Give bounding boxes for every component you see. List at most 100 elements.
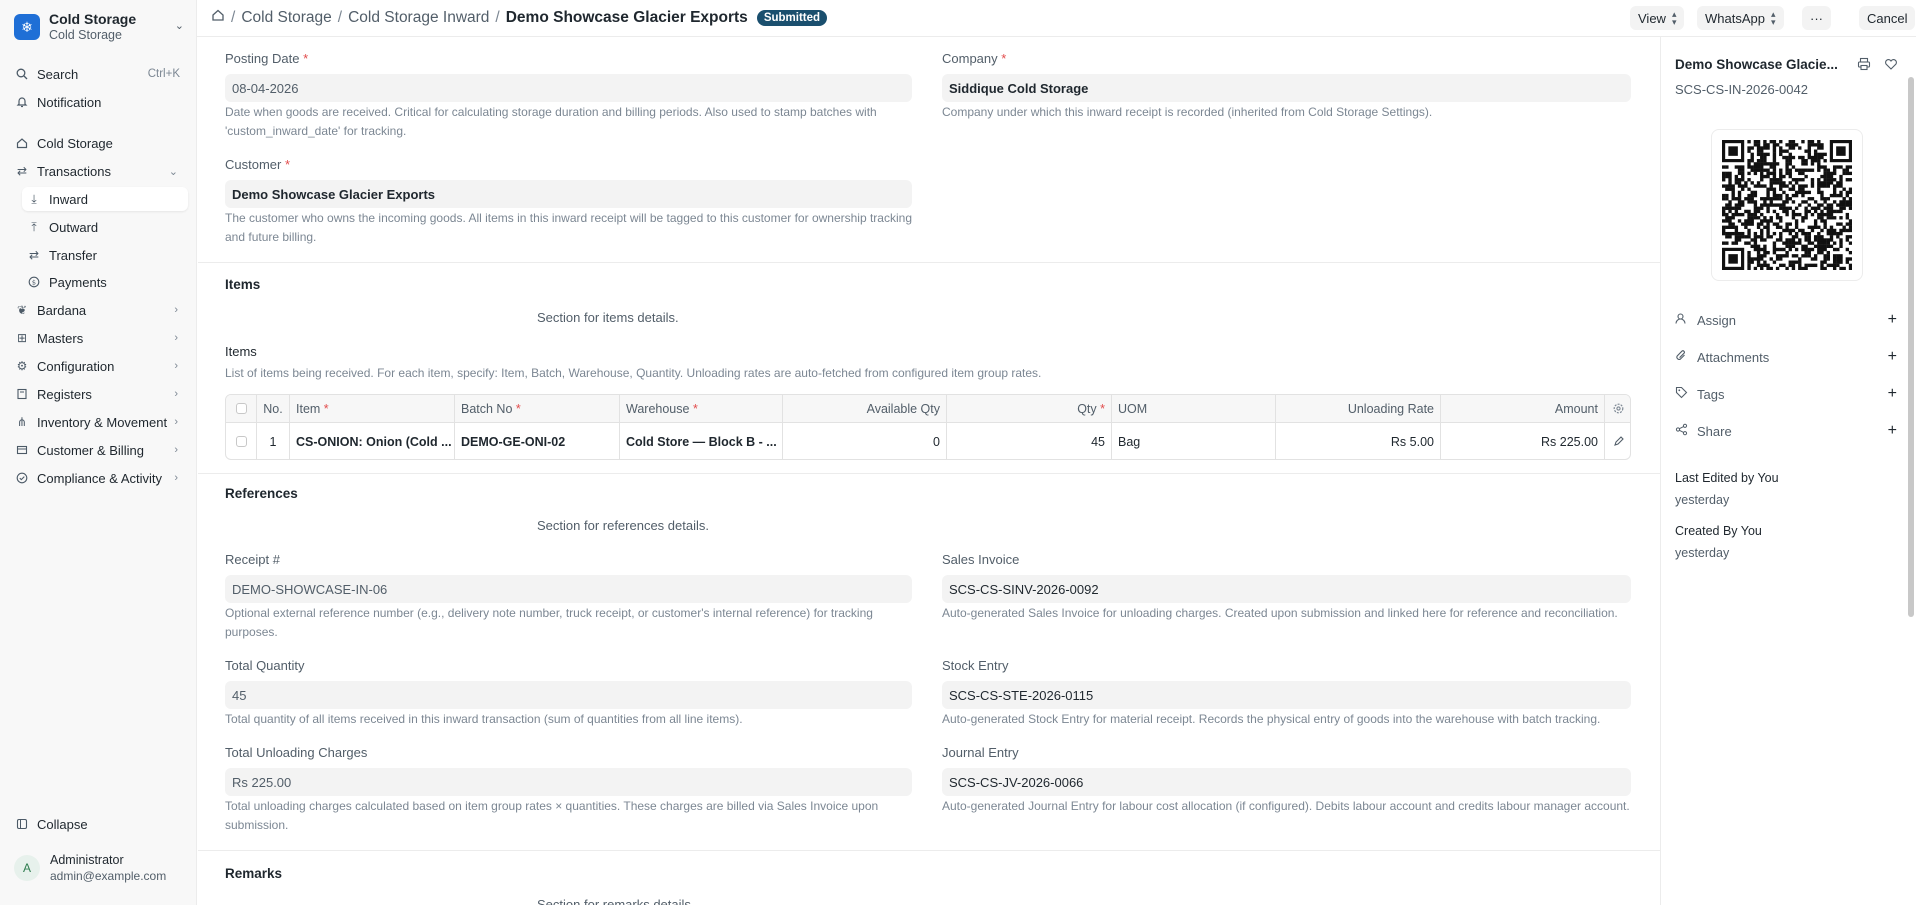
receipt-field[interactable]: DEMO-SHOWCASE-IN-06: [225, 575, 912, 603]
sidebar-item-masters[interactable]: ⊞ Masters ›: [10, 326, 188, 350]
unloading-charges-field[interactable]: Rs 225.00: [225, 768, 912, 796]
breadcrumb-cold-storage[interactable]: Cold Storage: [241, 9, 331, 27]
customer-field[interactable]: Demo Showcase Glacier Exports: [225, 180, 912, 208]
breadcrumb-separator: /: [337, 8, 343, 26]
remarks-section-title[interactable]: Remarks: [225, 866, 282, 881]
breadcrumb-cold-storage-inward[interactable]: Cold Storage Inward: [348, 9, 489, 27]
row-unloading-rate[interactable]: Rs 5.00: [1276, 423, 1441, 459]
sidebar: ❄ Cold Storage Cold Storage ⌄ Search Ctr…: [0, 0, 197, 905]
more-icon: ···: [1810, 10, 1823, 26]
tag-icon: [1675, 386, 1689, 402]
items-section-note: Section for items details.: [537, 310, 679, 325]
sidebar-item-registers[interactable]: Registers ›: [10, 382, 188, 406]
sidebar-item-inventory[interactable]: ⋔ Inventory & Movement ›: [10, 410, 188, 434]
journal-entry-field[interactable]: SCS-CS-JV-2026-0066: [942, 768, 1631, 796]
company-label: Company *: [942, 51, 1007, 66]
attachments-button[interactable]: Attachments +: [1675, 347, 1897, 367]
tags-button[interactable]: Tags +: [1675, 384, 1897, 404]
print-icon[interactable]: [1857, 57, 1871, 74]
search-icon: [15, 67, 29, 81]
column-settings-icon[interactable]: [1605, 395, 1630, 422]
document-title: Demo Showcase Glacie...: [1675, 57, 1838, 72]
table-row[interactable]: 1 CS-ONION: Onion (Cold ... DEMO-GE-ONI-…: [226, 423, 1630, 459]
scrollbar[interactable]: [1908, 77, 1914, 617]
sidebar-item-label: Registers: [37, 386, 92, 402]
collapse-label: Collapse: [37, 816, 88, 832]
row-warehouse[interactable]: Cold Store — Block B - ...: [620, 423, 783, 459]
collapse-sidebar-button[interactable]: Collapse: [10, 812, 188, 836]
sidebar-search[interactable]: Search Ctrl+K: [10, 62, 188, 86]
sales-invoice-field[interactable]: SCS-CS-SINV-2026-0092: [942, 575, 1631, 603]
swap-icon: ⇄: [16, 164, 28, 178]
shield-check-icon: [15, 471, 29, 485]
receipt-description: Optional external reference number (e.g.…: [225, 606, 873, 639]
stock-entry-description: Auto-generated Stock Entry for material …: [942, 712, 1601, 726]
posting-date-field[interactable]: 08-04-2026: [225, 74, 912, 102]
plus-icon[interactable]: +: [1888, 311, 1897, 329]
sidebar-item-bardana[interactable]: ❦ Bardana ›: [10, 298, 188, 322]
sidebar-item-transfer[interactable]: ⇄ Transfer: [22, 243, 188, 267]
sidebar-item-inward[interactable]: ⤓ Inward: [22, 187, 188, 211]
breadcrumb-separator: /: [231, 8, 236, 26]
sidebar-item-cold-storage[interactable]: Cold Storage: [10, 131, 188, 155]
total-quantity-field[interactable]: 45: [225, 681, 912, 709]
journal-entry-label: Journal Entry: [942, 745, 1019, 760]
sidebar-item-transactions[interactable]: ⇄ Transactions ⌄: [10, 159, 188, 183]
row-batch[interactable]: DEMO-GE-ONI-02: [455, 423, 620, 459]
sidebar-notification[interactable]: Notification: [10, 90, 188, 114]
references-section-title[interactable]: References: [225, 486, 298, 501]
items-table-description: List of items being received. For each i…: [225, 366, 1042, 380]
sidebar-item-label: Inventory & Movement: [37, 414, 168, 430]
whatsapp-button[interactable]: WhatsApp ▴ ▾: [1697, 6, 1784, 30]
chevron-down-icon: ⌄: [168, 165, 178, 178]
chevron-right-icon: ›: [174, 360, 178, 372]
items-table: No. Item * Batch No * Warehouse * Availa…: [225, 394, 1631, 460]
plus-icon[interactable]: +: [1888, 348, 1897, 366]
cancel-button[interactable]: Cancel: [1859, 6, 1916, 30]
workspace-switcher[interactable]: ❄ Cold Storage Cold Storage ⌄: [14, 10, 190, 44]
remarks-section-note: Section for remarks details.: [537, 897, 695, 905]
edit-row-icon[interactable]: [1605, 423, 1630, 459]
view-button[interactable]: View ▴ ▾: [1630, 6, 1685, 30]
row-amount[interactable]: Rs 225.00: [1441, 423, 1605, 459]
sidebar-item-customer-billing[interactable]: Customer & Billing ›: [10, 438, 188, 462]
stock-entry-field[interactable]: SCS-CS-STE-2026-0115: [942, 681, 1631, 709]
row-uom[interactable]: Bag: [1112, 423, 1276, 459]
sidebar-item-payments[interactable]: $ Payments: [22, 270, 188, 294]
brand-subtitle: Cold Storage: [49, 28, 122, 42]
share-button[interactable]: Share +: [1675, 421, 1897, 441]
posting-date-description: Date when goods are received. Critical f…: [225, 105, 877, 138]
sidebar-item-configuration[interactable]: ⚙ Configuration ›: [10, 354, 188, 378]
assign-button[interactable]: Assign +: [1675, 310, 1897, 330]
user-menu[interactable]: A Administrator admin@example.com: [14, 853, 166, 883]
select-all-checkbox[interactable]: [226, 395, 257, 422]
row-checkbox[interactable]: [226, 423, 257, 459]
brand-title: Cold Storage: [49, 11, 137, 27]
row-available-qty[interactable]: 0: [783, 423, 947, 459]
customer-description: The customer who owns the incoming goods…: [225, 211, 912, 244]
sales-invoice-description: Auto-generated Sales Invoice for unloadi…: [942, 606, 1618, 620]
plus-icon[interactable]: +: [1888, 385, 1897, 403]
home-icon[interactable]: [211, 8, 225, 27]
sidebar-item-outward[interactable]: ⤒ Outward: [22, 215, 188, 239]
notification-label: Notification: [37, 94, 102, 110]
plus-icon[interactable]: +: [1888, 422, 1897, 440]
items-section-title[interactable]: Items: [225, 277, 260, 292]
company-field[interactable]: Siddique Cold Storage: [942, 74, 1631, 102]
row-item[interactable]: CS-ONION: Onion (Cold ...: [290, 423, 455, 459]
chevron-down-icon: ⌄: [174, 20, 184, 32]
heart-icon[interactable]: [1884, 57, 1898, 74]
chevron-right-icon: ›: [174, 416, 178, 428]
breadcrumb-separator: /: [495, 8, 500, 26]
total-quantity-description: Total quantity of all items received in …: [225, 712, 743, 726]
more-actions-button[interactable]: ···: [1802, 6, 1831, 30]
form-body: Posting Date * 08-04-2026 Date when good…: [198, 37, 1660, 905]
sidebar-item-label: Compliance & Activity: [37, 470, 162, 486]
page-title: Demo Showcase Glacier Exports: [505, 8, 748, 26]
table-header: No. Item * Batch No * Warehouse * Availa…: [226, 395, 1630, 423]
share-label: Share: [1697, 423, 1732, 439]
sidebar-item-label: Transactions: [37, 163, 111, 179]
row-qty[interactable]: 45: [947, 423, 1112, 459]
sidebar-item-compliance[interactable]: Compliance & Activity ›: [10, 466, 188, 490]
assign-label: Assign: [1697, 312, 1737, 328]
